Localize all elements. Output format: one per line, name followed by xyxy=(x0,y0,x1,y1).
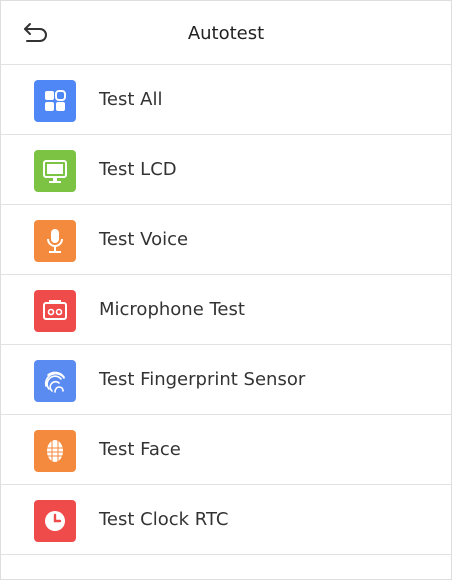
cassette-icon xyxy=(43,300,67,320)
test-fingerprint-icon-tile xyxy=(34,360,76,402)
test-lcd-icon-tile xyxy=(34,150,76,192)
test-voice-icon-tile xyxy=(34,220,76,262)
page-title: Autotest xyxy=(187,23,265,44)
grid-icon xyxy=(45,90,66,111)
header-bar: Autotest xyxy=(1,1,451,65)
face-icon xyxy=(47,440,63,462)
list-item-label: Test LCD xyxy=(99,159,177,180)
autotest-list: Test All Test LCD Test Voice Microphone … xyxy=(1,65,451,555)
list-item-test-fingerprint-sensor[interactable]: Test Fingerprint Sensor xyxy=(1,345,451,415)
list-item-label: Test Clock RTC xyxy=(99,509,229,530)
list-item-test-lcd[interactable]: Test LCD xyxy=(1,135,451,205)
list-item-test-clock-rtc[interactable]: Test Clock RTC xyxy=(1,485,451,555)
test-face-icon-tile xyxy=(34,430,76,472)
list-item-label: Test Fingerprint Sensor xyxy=(99,369,306,390)
microphone-icon xyxy=(47,229,63,253)
list-item-test-voice[interactable]: Test Voice xyxy=(1,205,451,275)
monitor-icon xyxy=(43,160,67,183)
list-item-label: Test All xyxy=(99,89,163,110)
list-item-label: Microphone Test xyxy=(99,299,245,320)
list-item-microphone-test[interactable]: Microphone Test xyxy=(1,275,451,345)
autotest-screen: Autotest Test All Test LCD Test Voice Mi… xyxy=(0,0,452,580)
test-clock-icon-tile xyxy=(34,500,76,542)
fingerprint-icon xyxy=(44,371,65,393)
list-item-test-all[interactable]: Test All xyxy=(1,65,451,135)
test-all-icon-tile xyxy=(34,80,76,122)
list-item-label: Test Voice xyxy=(99,229,189,250)
list-item-label: Test Face xyxy=(99,439,181,460)
clock-icon xyxy=(45,511,65,531)
microphone-test-icon-tile xyxy=(34,290,76,332)
list-item-test-face[interactable]: Test Face xyxy=(1,415,451,485)
